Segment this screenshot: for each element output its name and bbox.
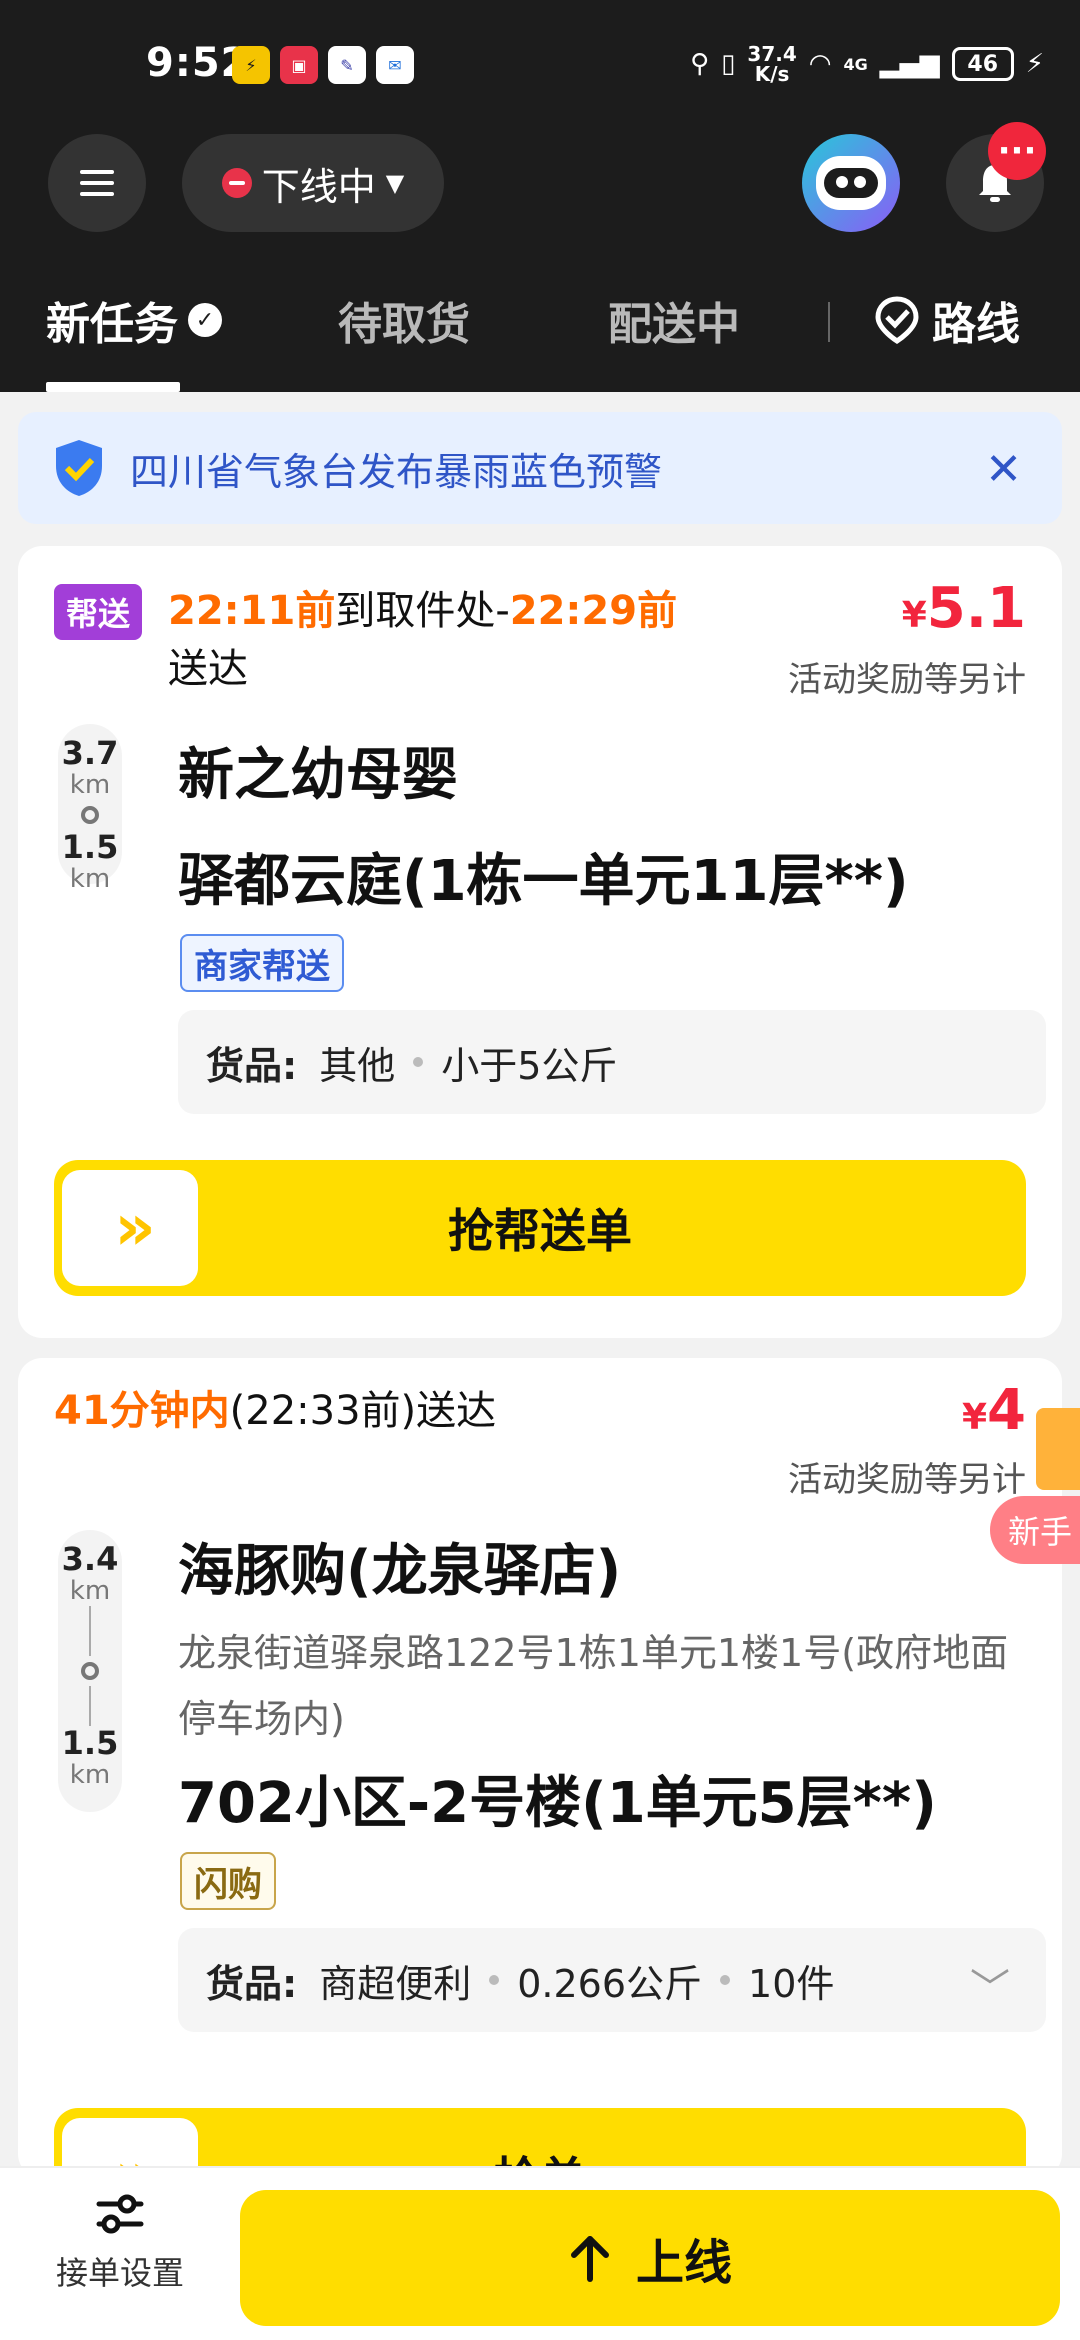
vibrate-icon: ▯: [721, 49, 736, 79]
wifi-icon: ◠: [808, 49, 832, 79]
charging-icon: ⚡: [1025, 49, 1044, 79]
goods-info[interactable]: 货品: 商超便利 0.266公斤 10件 ﹀: [178, 1928, 1046, 2032]
time-window: 41分钟内(22:33前)送达: [54, 1388, 497, 1434]
offline-icon: [221, 168, 252, 198]
network-type: 4G: [843, 54, 868, 74]
tab-new-tasks[interactable]: 新任务 ✓: [46, 288, 222, 352]
dropoff-name: 驿都云庭(1栋一单元11层**): [178, 849, 909, 914]
order-settings-button[interactable]: 接单设置: [40, 2192, 200, 2294]
pickup-name: 海豚购(龙泉驿店): [178, 1539, 622, 1604]
assistant-robot-button[interactable]: [802, 134, 900, 232]
notification-icons: ⚡ ▣ ✎ ✉: [232, 46, 414, 84]
top-bar: 9:52 ⚡ ▣ ✎ ✉ ⚲ ▯ 37.4 K/s ◠ 4G ▂▄▆ 46 ⚡: [0, 0, 1080, 392]
order-card[interactable]: 帮送 22:11前到取件处-22:29前 送达 ¥5.1 活动奖励等另计 3.7…: [18, 546, 1062, 1338]
mall-app-icon: ▣: [280, 46, 318, 84]
location-icon: ⚲: [690, 49, 710, 79]
merchant-tag: 商家帮送: [180, 934, 344, 992]
message-app-icon: ✉: [376, 46, 414, 84]
reward-note: 活动奖励等另计: [788, 660, 1026, 700]
route-icon: [875, 296, 919, 344]
reward-note: 活动奖励等另计: [788, 1460, 1026, 1500]
distance-column: 3.4 km 1.5 km: [58, 1530, 122, 1812]
tab-divider: [828, 302, 830, 342]
double-chevron-right-icon[interactable]: »: [62, 1170, 198, 1286]
newbie-tag: 新手: [990, 1496, 1080, 1564]
tab-route[interactable]: 路线: [872, 288, 1020, 352]
online-status-dropdown[interactable]: 下线中 ▼: [182, 134, 444, 232]
location-pin-icon: [81, 1662, 99, 1680]
task-tabs: 新任务 ✓ 待取货 配送中 路线: [0, 270, 1080, 392]
system-icons: ⚲ ▯ 37.4 K/s ◠ 4G ▂▄▆ 46 ⚡: [690, 44, 1044, 84]
delivery-app-icon: ⚡: [232, 46, 270, 84]
pickup-address: 龙泉街道驿泉路122号1栋1单元1楼1号(政府地面停车场内): [178, 1631, 1009, 1741]
bottom-bar: 接单设置 上线: [0, 2166, 1080, 2340]
arrow-up-icon: [570, 2236, 609, 2282]
time-window: 22:11前到取件处-22:29前 送达: [168, 588, 678, 692]
hamburger-icon: [80, 170, 114, 196]
dropoff-name: 702小区-2号楼(1单元5层**): [178, 1771, 937, 1836]
status-label: 下线中: [261, 164, 376, 209]
signal-icon: ▂▄▆: [879, 49, 940, 79]
go-online-button[interactable]: 上线: [240, 2190, 1060, 2326]
distance-column: 3.7 km 1.5 km: [58, 724, 122, 894]
more-badge[interactable]: ···: [988, 122, 1046, 180]
sliders-icon: [96, 2194, 144, 2234]
flash-buy-tag: 闪购: [180, 1852, 276, 1910]
grab-order-button[interactable]: 抢帮送单 »: [54, 1160, 1026, 1296]
tab-delivering[interactable]: 配送中: [608, 288, 740, 352]
order-price: ¥5.1: [901, 576, 1026, 641]
net-speed: 37.4 K/s: [747, 42, 797, 86]
order-card[interactable]: 41分钟内(22:33前)送达 ¥4 活动奖励等另计 3.4 km 1.5 km…: [18, 1358, 1062, 2178]
close-icon[interactable]: ✕: [985, 444, 1022, 495]
battery-icon: 46: [951, 47, 1014, 81]
goods-info: 货品: 其他 小于5公斤: [178, 1010, 1046, 1114]
menu-button[interactable]: [48, 134, 146, 232]
order-price: ¥4: [961, 1378, 1026, 1443]
pickup-name: 新之幼母婴: [178, 743, 458, 808]
gift-icon: [1036, 1408, 1080, 1490]
sticker-app-icon: ✎: [328, 46, 366, 84]
status-bar: 9:52 ⚡ ▣ ✎ ✉ ⚲ ▯ 37.4 K/s ◠ 4G ▂▄▆ 46 ⚡: [0, 0, 1080, 130]
chevron-down-icon: ✓: [188, 303, 222, 337]
alert-text: 四川省气象台发布暴雨蓝色预警: [130, 449, 663, 494]
shield-icon: [56, 440, 102, 496]
robot-icon: [816, 156, 886, 210]
tab-pending-pickup[interactable]: 待取货: [338, 288, 470, 352]
active-tab-indicator: [46, 382, 180, 392]
caret-down-icon: ▼: [385, 169, 405, 197]
weather-alert-banner[interactable]: 四川省气象台发布暴雨蓝色预警 ✕: [18, 412, 1062, 524]
chevron-down-icon[interactable]: ﹀: [970, 1956, 1010, 2014]
location-pin-icon: [81, 806, 99, 824]
order-type-tag: 帮送: [54, 584, 143, 640]
